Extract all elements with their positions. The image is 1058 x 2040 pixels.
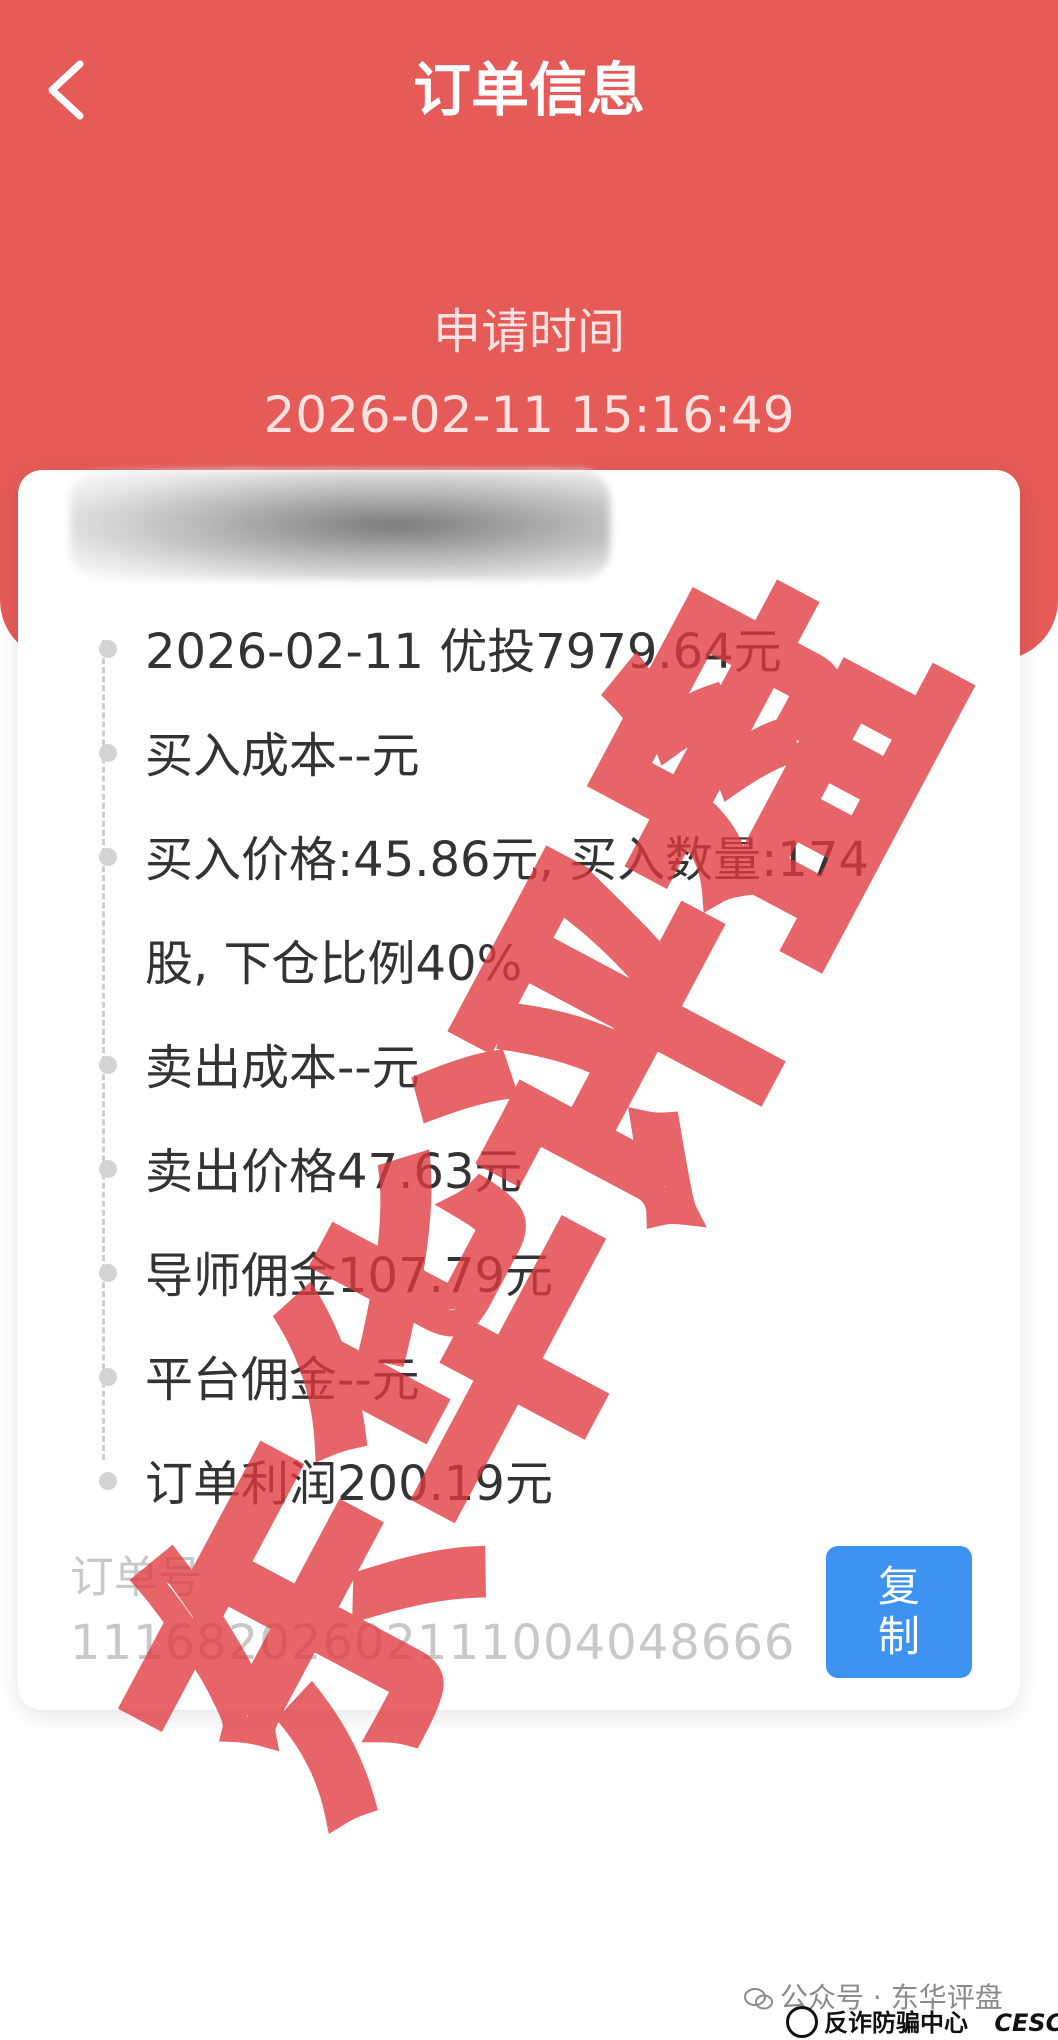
timeline-line xyxy=(102,640,105,1460)
list-item: 买入价格:45.86元, 买入数量:174 xyxy=(99,808,985,912)
order-number-label: 订单号 xyxy=(70,1552,202,1603)
list-item: 订单利润200.19元 xyxy=(99,1432,985,1536)
brand-logo-icon xyxy=(786,2006,818,2038)
brand-domain: CESC.CC xyxy=(994,2009,1058,2037)
copy-button[interactable]: 复制 xyxy=(826,1546,972,1678)
bullet-dot xyxy=(99,848,117,866)
bullet-dot xyxy=(99,640,117,658)
footer-brand: 反诈防骗中心 CESC.CC xyxy=(786,2006,1058,2040)
apply-time-value: 2026-02-11 15:16:49 xyxy=(263,386,795,444)
list-item: 卖出成本--元 xyxy=(99,1016,985,1120)
redacted-area xyxy=(70,470,610,580)
wechat-icon xyxy=(744,1988,773,2010)
list-item: 2026-02-11 优投7979.64元 xyxy=(99,600,985,704)
bullet-dot xyxy=(99,1160,117,1178)
bullet-dot xyxy=(99,744,117,762)
list-item: 导师佣金107.79元 xyxy=(99,1224,985,1328)
order-number-value: 11168202602111004048666 xyxy=(70,1615,796,1671)
bullet-dot xyxy=(99,1264,117,1282)
list-item-continuation: 股, 下仓比例40% xyxy=(145,936,523,992)
list-item: 卖出价格47.63元 xyxy=(99,1120,985,1224)
bullet-dot xyxy=(99,1056,117,1074)
list-item: 买入成本--元 xyxy=(99,704,985,808)
list-item: 平台佣金--元 xyxy=(99,1328,985,1432)
bullet-dot xyxy=(99,1472,117,1490)
apply-time-label: 申请时间 xyxy=(432,304,625,360)
bullet-dot xyxy=(99,1368,117,1386)
page-title: 订单信息 xyxy=(412,56,645,124)
